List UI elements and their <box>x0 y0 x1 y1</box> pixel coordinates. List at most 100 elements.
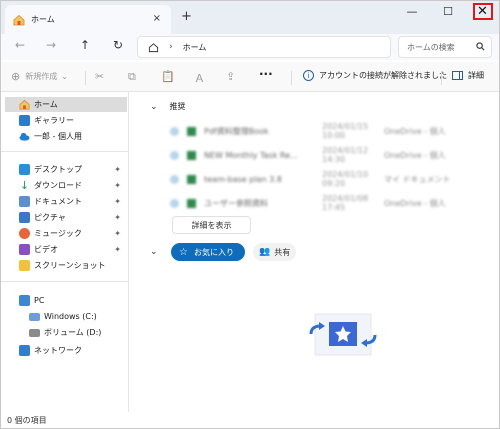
sidebar-item-label: ダウンロード <box>34 181 82 190</box>
sidebar-item-label: ネットワーク <box>34 346 82 355</box>
pin-icon[interactable]: ✦ <box>114 181 121 190</box>
show-more-button[interactable]: 詳細を表示 <box>172 216 251 234</box>
documents-icon <box>19 196 30 207</box>
divider <box>1 281 128 282</box>
share-icon[interactable]: ⇪ <box>226 70 235 83</box>
details-label: 詳細 <box>468 71 484 80</box>
sidebar-item-network[interactable]: ネットワーク <box>5 343 127 358</box>
tab-shared[interactable]: 👥 共有 <box>253 243 297 261</box>
sidebar-item-label: PC <box>34 296 45 305</box>
title-bar: ホーム × + — ☐ ✕ <box>1 1 499 34</box>
details-pane-button[interactable]: 詳細 <box>452 70 484 81</box>
content-area: ⌄ 推奨 Pdf資料整理Book 2024/01/15 10:00 OneDri… <box>130 92 499 412</box>
people-icon: 👥 <box>259 247 271 257</box>
sidebar-item-music[interactable]: ミュージック ✦ <box>5 226 127 241</box>
pc-icon <box>19 295 30 306</box>
file-name: ユーザー参照資料 <box>204 198 268 208</box>
navigation-pane: ホーム ギャラリー 一郎 - 個人用 デスクトップ ✦ ↓ ダウンロード ✦ ド… <box>1 92 129 412</box>
divider <box>1 151 128 152</box>
sidebar-item-downloads[interactable]: ↓ ダウンロード ✦ <box>5 178 127 193</box>
search-input[interactable]: ホームの検索 <box>407 42 455 53</box>
home-icon <box>13 14 25 25</box>
plus-circle-icon: ⊕ <box>11 70 21 83</box>
minimize-button[interactable]: — <box>395 1 429 21</box>
table-row[interactable]: NEW Monthly Task Re... 2024/01/12 14:30 … <box>170 146 490 164</box>
sidebar-item-pc[interactable]: PC <box>5 293 127 308</box>
close-button[interactable]: ✕ <box>467 1 498 21</box>
table-row[interactable]: ユーザー参照資料 2024/01/08 17:45 OneDrive - 個人 <box>170 194 490 212</box>
pin-icon[interactable]: ✦ <box>114 245 121 254</box>
drive-icon <box>29 312 40 321</box>
file-location: OneDrive - 個人 <box>384 150 446 160</box>
navigation-bar: ← → ↑ ↻ › ホーム ホームの検索 <box>1 34 499 60</box>
sidebar-item-screenshots[interactable]: スクリーンショット <box>5 258 127 273</box>
gallery-icon <box>19 115 30 126</box>
tab-close-icon[interactable]: × <box>153 13 161 24</box>
new-button[interactable]: ⊕ 新規作成 ⌄ <box>11 70 68 83</box>
breadcrumb-home[interactable]: ホーム <box>183 42 207 53</box>
pin-icon[interactable]: ✦ <box>114 229 121 238</box>
download-icon: ↓ <box>19 179 30 192</box>
cloud-status-icon <box>170 174 179 184</box>
sidebar-item-videos[interactable]: ビデオ ✦ <box>5 242 127 257</box>
command-bar: ⊕ 新規作成 ⌄ ✂ ⧉ 📋 Ａ ⇪ ··· i アカウントの接続が解除されまし… <box>1 62 499 92</box>
drive-icon <box>29 328 40 337</box>
sidebar-item-label: 一郎 - 個人用 <box>34 132 82 141</box>
up-button[interactable]: ↑ <box>80 38 90 52</box>
excel-file-icon <box>187 126 196 136</box>
tab-label: ホーム <box>31 15 55 24</box>
new-label: 新規作成 <box>25 72 58 81</box>
excel-file-icon <box>187 174 196 184</box>
details-pane-icon <box>452 71 463 80</box>
info-icon: i <box>303 70 314 81</box>
refresh-button[interactable]: ↻ <box>113 38 123 52</box>
paste-icon[interactable]: 📋 <box>161 70 175 83</box>
tab-favorites-label: お気に入り <box>193 247 234 257</box>
sidebar-item-label: ボリューム (D:) <box>44 328 102 337</box>
sidebar-item-home[interactable]: ホーム <box>5 97 127 112</box>
sidebar-item-onedrive[interactable]: 一郎 - 個人用 <box>5 129 127 144</box>
back-button[interactable]: ← <box>15 38 25 52</box>
rename-icon[interactable]: Ａ <box>194 70 205 86</box>
search-box[interactable]: ホームの検索 <box>398 36 492 58</box>
pin-icon[interactable]: ✦ <box>114 197 121 206</box>
table-row[interactable]: team-base plan 3.8 2024/01/10 09:20 マイ ド… <box>170 170 490 188</box>
file-location: OneDrive - 個人 <box>384 126 446 136</box>
tab-home[interactable]: ホーム × <box>5 5 171 34</box>
recommended-heading: 推奨 <box>169 102 186 111</box>
sidebar-item-label: デスクトップ <box>34 165 82 174</box>
more-options-button[interactable]: ··· <box>259 67 273 81</box>
divider <box>441 71 442 85</box>
cloud-status-icon <box>170 198 179 208</box>
forward-button[interactable]: → <box>46 38 56 52</box>
address-bar[interactable]: › ホーム <box>137 36 391 58</box>
cut-icon[interactable]: ✂ <box>95 70 104 83</box>
video-icon <box>19 244 30 255</box>
copy-icon[interactable]: ⧉ <box>128 70 136 84</box>
sidebar-item-desktop[interactable]: デスクトップ ✦ <box>5 162 127 177</box>
file-date: 2024/01/08 17:45 <box>322 194 369 212</box>
desktop-icon <box>19 164 30 175</box>
sidebar-item-label: Windows (C:) <box>44 312 97 321</box>
recommended-section-header[interactable]: ⌄ 推奨 <box>150 101 186 112</box>
favorites-section-toggle[interactable]: ⌄ <box>150 247 170 257</box>
chevron-down-icon: ⌄ <box>150 247 158 257</box>
breadcrumb-chevron-icon: › <box>169 42 173 52</box>
new-tab-button[interactable]: + <box>181 9 192 24</box>
sidebar-item-drive-d[interactable]: ボリューム (D:) <box>5 325 127 340</box>
sidebar-item-drive-c[interactable]: Windows (C:) <box>5 309 127 324</box>
sidebar-item-gallery[interactable]: ギャラリー <box>5 113 127 128</box>
file-date: 2024/01/12 14:30 <box>322 146 369 164</box>
file-name: Pdf資料整理Book <box>204 126 269 136</box>
sidebar-item-documents[interactable]: ドキュメント ✦ <box>5 194 127 209</box>
onedrive-icon <box>19 132 30 141</box>
table-row[interactable]: Pdf資料整理Book 2024/01/15 10:00 OneDrive - … <box>170 122 490 140</box>
maximize-button[interactable]: ☐ <box>431 1 465 21</box>
file-date: 2024/01/15 10:00 <box>322 122 369 140</box>
tab-favorites[interactable]: ☆ お気に入り <box>171 243 245 261</box>
account-disconnected-info[interactable]: i アカウントの接続が解除されました <box>303 70 447 81</box>
sidebar-item-pictures[interactable]: ピクチャ ✦ <box>5 210 127 225</box>
pin-icon[interactable]: ✦ <box>114 213 121 222</box>
pin-icon[interactable]: ✦ <box>114 165 121 174</box>
file-name: NEW Monthly Task Re... <box>204 150 298 160</box>
